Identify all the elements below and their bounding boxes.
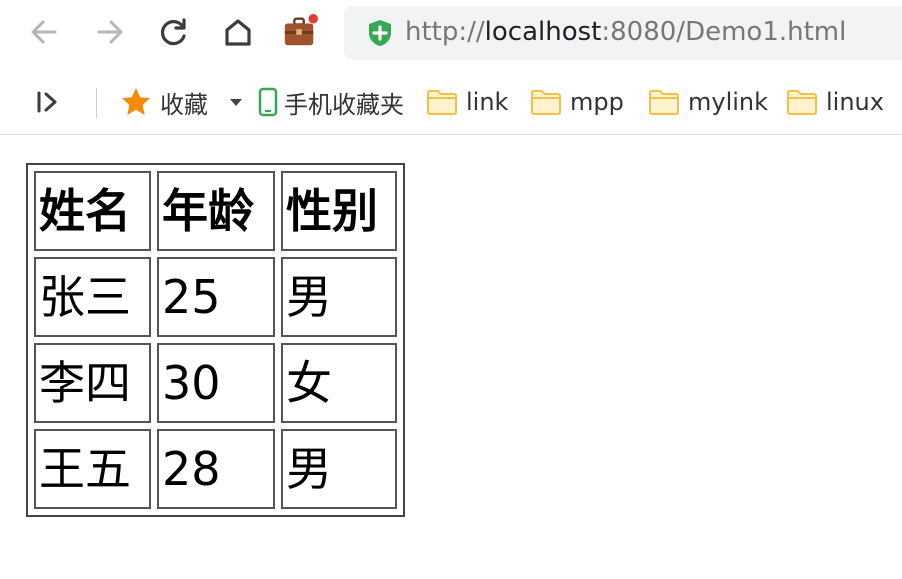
table-header-row: 姓名 年龄 性别 <box>34 171 397 251</box>
phone-icon <box>258 87 278 117</box>
browser-toolbar: http://localhost:8080/Demo1.html <box>0 0 902 66</box>
cell-gender: 男 <box>281 429 397 509</box>
header-gender: 性别 <box>281 171 397 251</box>
bookmark-label: link <box>466 88 509 116</box>
bookmark-label: linux <box>826 88 884 116</box>
people-table: 姓名 年龄 性别 张三 25 男 李四 30 女 王五 28 男 <box>26 163 405 517</box>
bookmark-linux[interactable]: linux <box>786 84 884 120</box>
bookmarks-bar: 收藏 手机收藏夹 link mpp mylink linux <box>0 70 902 135</box>
cell-name: 王五 <box>34 429 151 509</box>
header-age: 年龄 <box>157 171 275 251</box>
back-button[interactable] <box>26 14 62 50</box>
forward-button[interactable] <box>92 14 128 50</box>
folder-icon <box>426 88 458 116</box>
toolbox-button[interactable] <box>282 14 318 50</box>
cell-gender: 男 <box>281 257 397 337</box>
cell-name: 李四 <box>34 343 151 423</box>
arrow-right-icon <box>97 20 123 44</box>
bookmark-mpp[interactable]: mpp <box>530 84 624 120</box>
header-name: 姓名 <box>34 171 151 251</box>
url-text[interactable]: http://localhost:8080/Demo1.html <box>405 14 846 50</box>
bookmark-mylink[interactable]: mylink <box>648 84 768 120</box>
star-icon <box>120 86 152 118</box>
table-row: 张三 25 男 <box>34 257 397 337</box>
bookmark-link[interactable]: link <box>426 84 508 120</box>
arrow-left-icon <box>31 20 57 44</box>
table-row: 李四 30 女 <box>34 343 397 423</box>
page-content: 姓名 年龄 性别 张三 25 男 李四 30 女 王五 28 男 <box>26 163 405 517</box>
reload-button[interactable] <box>156 14 192 50</box>
sidebar-toggle-icon <box>37 91 57 113</box>
sidebar-toggle-button[interactable] <box>34 84 62 120</box>
bookmark-label: mpp <box>570 88 624 116</box>
cell-age: 25 <box>157 257 275 337</box>
cell-age: 30 <box>157 343 275 423</box>
notification-badge <box>308 14 318 24</box>
favorites-button[interactable]: 收藏 <box>120 84 208 120</box>
favorites-label: 收藏 <box>160 90 208 119</box>
bookmark-label: mylink <box>688 88 769 116</box>
folder-icon <box>648 88 680 116</box>
secure-icon <box>366 18 394 52</box>
bookmark-label: 手机收藏夹 <box>284 90 404 119</box>
home-icon <box>225 19 251 46</box>
url-scheme: http:// <box>405 17 485 47</box>
cell-age: 28 <box>157 429 275 509</box>
cell-gender: 女 <box>281 343 397 423</box>
folder-icon <box>786 88 818 116</box>
home-button[interactable] <box>220 14 256 50</box>
cell-name: 张三 <box>34 257 151 337</box>
favorites-dropdown[interactable] <box>228 84 244 120</box>
briefcase-icon <box>284 14 318 46</box>
folder-icon <box>530 88 562 116</box>
url-path: :8080/Demo1.html <box>601 17 847 47</box>
table-row: 王五 28 男 <box>34 429 397 509</box>
reload-icon <box>161 18 186 46</box>
caret-down-icon <box>230 99 242 106</box>
url-host: localhost <box>484 17 602 47</box>
toolbar-divider <box>96 88 97 118</box>
bookmark-mobile-favorites[interactable]: 手机收藏夹 <box>258 84 404 120</box>
